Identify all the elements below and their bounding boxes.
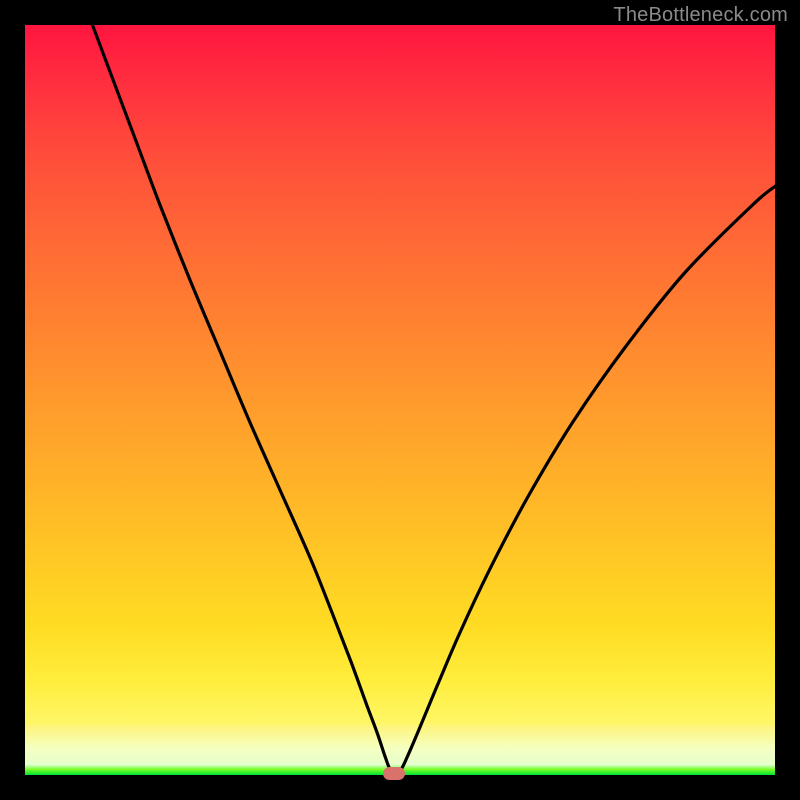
optimal-marker	[383, 767, 405, 780]
outer-frame: TheBottleneck.com	[0, 0, 800, 800]
watermark-text: TheBottleneck.com	[613, 4, 788, 27]
plot-area	[25, 25, 775, 775]
bottleneck-curve	[25, 25, 775, 775]
curve-path	[93, 25, 776, 772]
